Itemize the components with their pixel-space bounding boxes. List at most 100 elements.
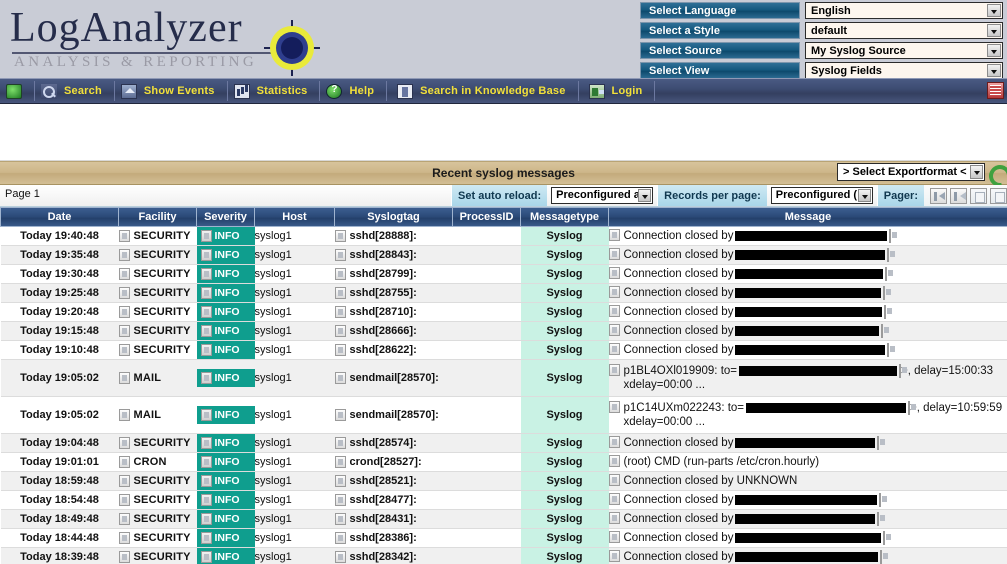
table-row[interactable]: Today 19:05:02 MAIL INFO syslog1 sendmail[28…	[0, 396, 1007, 434]
nav-item-show-events[interactable]: Show Events	[117, 79, 225, 103]
filter-icon[interactable]	[200, 456, 212, 468]
filter-icon[interactable]	[200, 372, 212, 384]
table-row[interactable]: Today 18:44:48 SECURITY INFO syslog1 sshd[28…	[0, 528, 1007, 548]
filter-icon[interactable]	[879, 493, 882, 507]
table-row[interactable]: Today 19:40:48 SECURITY INFO syslog1 sshd[28…	[0, 226, 1007, 246]
filter-icon[interactable]	[908, 401, 911, 415]
filter-icon[interactable]	[118, 532, 130, 544]
column-header-processid[interactable]: ProcessID	[452, 207, 521, 227]
filter-icon[interactable]	[899, 364, 901, 378]
last-page-button[interactable]	[990, 187, 1007, 204]
filter-icon[interactable]	[334, 409, 346, 421]
filter-icon[interactable]	[334, 287, 346, 299]
table-row[interactable]: Today 19:15:48 SECURITY INFO syslog1 sshd[28…	[0, 321, 1007, 341]
filter-icon[interactable]	[608, 229, 620, 241]
filter-icon[interactable]	[200, 344, 212, 356]
filter-icon[interactable]	[118, 230, 130, 242]
select-view-dropdown[interactable]: Syslog Fields	[805, 62, 1003, 78]
filter-icon[interactable]	[334, 268, 346, 280]
filter-icon[interactable]	[334, 325, 346, 337]
nav-item-login[interactable]: Login	[581, 79, 653, 103]
select-style-dropdown[interactable]: default	[805, 22, 1003, 39]
chevron-down-icon[interactable]	[857, 189, 871, 202]
filter-icon[interactable]	[608, 455, 620, 467]
filter-icon[interactable]	[200, 230, 212, 242]
filter-icon[interactable]	[200, 513, 212, 525]
auto-reload-dropdown[interactable]: Preconfigured a	[551, 187, 654, 204]
filter-icon[interactable]	[118, 513, 130, 525]
filter-icon[interactable]	[334, 249, 346, 261]
filter-icon[interactable]	[200, 249, 212, 261]
nav-item-home-badge[interactable]	[0, 79, 32, 103]
filter-icon[interactable]	[887, 248, 890, 262]
nav-item-search[interactable]: Search	[37, 79, 112, 103]
filter-icon[interactable]	[334, 456, 346, 468]
filter-icon[interactable]	[118, 249, 130, 261]
filter-icon[interactable]	[118, 306, 130, 318]
filter-icon[interactable]	[608, 248, 620, 260]
filter-icon[interactable]	[200, 268, 212, 280]
column-header-severity[interactable]: Severity	[196, 207, 255, 227]
filter-icon[interactable]	[334, 372, 346, 384]
chevron-down-icon[interactable]	[987, 24, 1001, 37]
filter-icon[interactable]	[334, 437, 346, 449]
filter-icon[interactable]	[608, 474, 620, 486]
filter-icon[interactable]	[881, 324, 884, 338]
column-header-syslogtag[interactable]: Syslogtag	[334, 207, 453, 227]
export-format-dropdown[interactable]: > Select Exportformat <	[837, 163, 985, 181]
records-per-page-dropdown[interactable]: Preconfigured (	[770, 187, 873, 204]
filter-icon[interactable]	[608, 364, 620, 376]
filter-icon[interactable]	[200, 437, 212, 449]
filter-icon[interactable]	[334, 344, 346, 356]
filter-icon[interactable]	[334, 513, 346, 525]
filter-icon[interactable]	[880, 550, 883, 564]
column-header-message[interactable]: Message	[608, 207, 1007, 227]
filter-icon[interactable]	[334, 230, 346, 242]
column-header-facility[interactable]: Facility	[118, 207, 197, 227]
filter-icon[interactable]	[334, 532, 346, 544]
column-header-messagetype[interactable]: Messagetype	[520, 207, 609, 227]
filter-icon[interactable]	[887, 343, 890, 357]
filter-icon[interactable]	[200, 494, 212, 506]
filter-icon[interactable]	[118, 475, 130, 487]
filter-icon[interactable]	[118, 325, 130, 337]
chevron-down-icon[interactable]	[638, 189, 652, 202]
chevron-down-icon[interactable]	[970, 165, 983, 179]
nav-item-statistics[interactable]: Statistics	[230, 79, 318, 103]
table-row[interactable]: Today 19:01:01 CRON INFO syslog1 crond[28527…	[0, 452, 1007, 472]
table-row[interactable]: Today 19:10:48 SECURITY INFO syslog1 sshd[28…	[0, 340, 1007, 360]
filter-icon[interactable]	[334, 306, 346, 318]
filter-icon[interactable]	[118, 551, 130, 563]
chevron-down-icon[interactable]	[987, 64, 1001, 77]
select-language-dropdown[interactable]: English	[805, 2, 1003, 19]
table-row[interactable]: Today 19:20:48 SECURITY INFO syslog1 sshd[28…	[0, 302, 1007, 322]
filter-icon[interactable]	[118, 494, 130, 506]
select-source-dropdown[interactable]: My Syslog Source	[805, 42, 1003, 59]
filter-icon[interactable]	[118, 456, 130, 468]
filter-icon[interactable]	[200, 551, 212, 563]
filter-icon[interactable]	[608, 343, 620, 355]
table-row[interactable]: Today 19:25:48 SECURITY INFO syslog1 sshd[28…	[0, 283, 1007, 303]
filter-icon[interactable]	[883, 286, 886, 300]
table-row[interactable]: Today 18:59:48 SECURITY INFO syslog1 sshd[28…	[0, 471, 1007, 491]
table-row[interactable]: Today 19:04:48 SECURITY INFO syslog1 sshd[28…	[0, 433, 1007, 453]
filter-icon[interactable]	[334, 551, 346, 563]
column-header-host[interactable]: Host	[254, 207, 335, 227]
filter-icon[interactable]	[608, 436, 620, 448]
filter-icon[interactable]	[200, 325, 212, 337]
filter-icon[interactable]	[608, 512, 620, 524]
table-row[interactable]: Today 19:05:02 MAIL INFO syslog1 sendmail[28…	[0, 359, 1007, 397]
filter-icon[interactable]	[608, 267, 620, 279]
filter-icon[interactable]	[118, 409, 130, 421]
table-row[interactable]: Today 18:49:48 SECURITY INFO syslog1 sshd[28…	[0, 509, 1007, 529]
filter-icon[interactable]	[608, 531, 620, 543]
filter-icon[interactable]	[885, 267, 888, 281]
log-table-container[interactable]: Date Facility Severity Host Syslogtag Pr…	[0, 207, 1007, 564]
nav-item-help[interactable]: Help	[322, 79, 384, 103]
filter-icon[interactable]	[877, 436, 880, 450]
filter-icon[interactable]	[883, 531, 886, 545]
filter-icon[interactable]	[877, 512, 880, 526]
filter-icon[interactable]	[200, 306, 212, 318]
table-row[interactable]: Today 18:54:48 SECURITY INFO syslog1 sshd[28…	[0, 490, 1007, 510]
next-page-button[interactable]	[970, 187, 987, 204]
